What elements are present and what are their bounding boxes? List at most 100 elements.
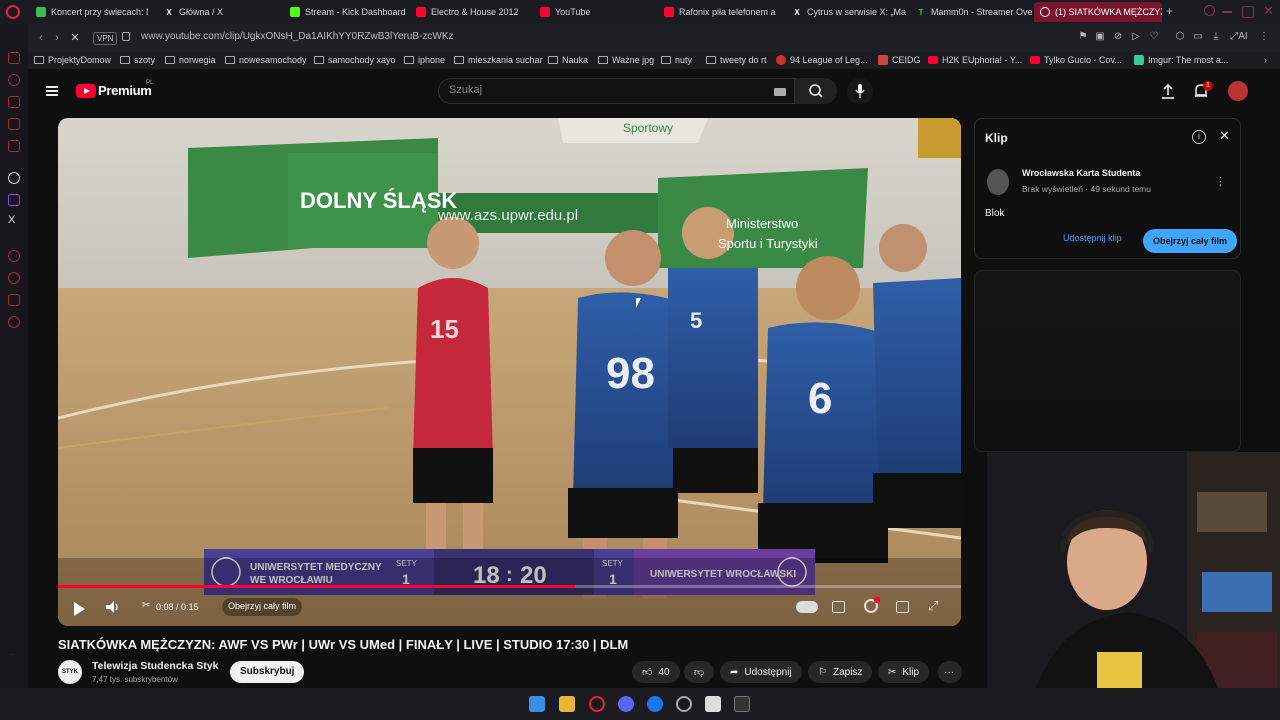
player-icon[interactable]: ▷ — [1130, 31, 1142, 43]
browser-tab-active[interactable]: (1) SIATKÓWKA MĘŻCZYZ — [1034, 2, 1162, 22]
maximize-icon[interactable] — [1242, 6, 1254, 18]
sidebar-messenger-icon[interactable] — [8, 118, 20, 130]
bookmark-item[interactable]: Imgur: The most a... — [1134, 55, 1228, 65]
bookmarks-more-icon[interactable]: › — [1264, 55, 1267, 65]
forward-icon[interactable]: › — [50, 31, 64, 45]
file-explorer-icon[interactable] — [559, 696, 575, 712]
bookmark-item[interactable]: Ważne jpg — [598, 55, 654, 65]
download-icon[interactable]: ⤓ — [1210, 31, 1222, 43]
bookmark-item[interactable]: H2K EUphoria! - Y... — [928, 55, 1022, 65]
sidebar-instagram-icon[interactable] — [8, 140, 20, 152]
terminal-icon[interactable] — [734, 696, 750, 712]
browser-tab[interactable]: Rafonix piła telefonem a — [658, 2, 780, 22]
browser-tab[interactable]: X Cytrus w serwisie X: „Ma — [786, 2, 908, 22]
video-player[interactable]: 15 98 5 6 DOLNY ŚLĄSK www.azs.upwr.edu.p… — [58, 118, 961, 626]
close-window-icon[interactable]: ✕ — [1263, 3, 1274, 19]
sidebar-history-icon[interactable] — [8, 74, 20, 86]
bookmark-icon[interactable]: ⚑ — [1077, 31, 1089, 43]
windows-start-icon[interactable] — [529, 696, 545, 712]
bookmark-item[interactable]: tweety do rt — [706, 55, 767, 65]
browser-tab[interactable]: Koncert przy świecach: M — [30, 2, 148, 22]
browser-tab[interactable]: YouTube — [534, 2, 656, 22]
youtube-premium-label[interactable]: Premium — [98, 83, 152, 98]
snapshot-icon[interactable]: ▣ — [1094, 31, 1106, 43]
app-icon[interactable] — [705, 696, 721, 712]
author-avatar[interactable] — [987, 169, 1009, 195]
avatar[interactable] — [1228, 81, 1248, 101]
sidebar-pin-icon[interactable] — [8, 294, 20, 306]
info-icon[interactable]: i — [1192, 130, 1206, 144]
bookmark-item[interactable]: nowesamochody — [225, 55, 307, 65]
discord-icon[interactable] — [618, 696, 634, 712]
kebab-menu-icon[interactable]: ⋮ — [1215, 175, 1226, 188]
search-input[interactable]: Szukaj — [449, 84, 482, 96]
facebook-icon[interactable] — [647, 696, 663, 712]
save-button[interactable]: ⚐ Zapisz — [808, 661, 873, 683]
sidebar-twitch-icon[interactable] — [8, 194, 20, 206]
sidebar-chatgpt-icon[interactable] — [8, 172, 20, 184]
sidebar-speed-dial-icon[interactable] — [8, 52, 20, 64]
menu-icon[interactable]: ⋮ — [1258, 31, 1270, 43]
sidebar-more-icon[interactable]: ··· — [9, 652, 15, 658]
search-box[interactable]: Szukaj — [438, 78, 795, 104]
fullscreen-icon[interactable]: ⤢ — [928, 598, 938, 614]
browser-tab[interactable]: Electro & House 2012 — [410, 2, 532, 22]
browser-tab[interactable]: Stream - Kick Dashboard — [284, 2, 410, 22]
browser-tab[interactable]: T Mamm0n - Streamer Ove — [910, 2, 1032, 22]
obs-icon[interactable] — [676, 696, 692, 712]
bookmark-item[interactable]: CEIDG — [878, 55, 921, 65]
menu-icon[interactable] — [46, 86, 58, 96]
heart-icon[interactable]: ♡ — [1148, 31, 1160, 43]
search-button[interactable] — [795, 78, 837, 104]
more-actions-button[interactable]: ··· — [938, 661, 962, 683]
vpn-badge[interactable]: VPN — [93, 32, 118, 45]
sidebar-x-icon[interactable]: X — [8, 214, 15, 226]
opera-taskbar-icon[interactable] — [589, 696, 605, 712]
clip-author[interactable]: Wrocławska Karta Studenta — [1022, 168, 1140, 178]
lock-icon[interactable] — [122, 32, 130, 41]
bookmark-item[interactable]: 94 League of Leg... — [776, 55, 868, 65]
sidebar-settings-icon[interactable] — [8, 316, 20, 328]
sidebar-music-icon[interactable] — [8, 250, 20, 262]
search-tabs-icon[interactable] — [1204, 5, 1215, 16]
miniplayer-icon[interactable] — [896, 601, 909, 613]
play-icon[interactable] — [74, 602, 85, 616]
channel-avatar[interactable]: STYK — [58, 660, 82, 684]
share-clip-button[interactable]: Udostępnij klip — [1063, 233, 1122, 243]
clip-button[interactable]: ✂ Klip — [878, 661, 930, 683]
share-button[interactable]: ➦ Udostępnij — [720, 661, 802, 683]
wallet-icon[interactable]: ▭ — [1192, 31, 1204, 43]
bookmark-item[interactable]: szoty — [120, 55, 155, 65]
dislike-button[interactable]: 👎︎ — [684, 661, 715, 683]
bookmark-item[interactable]: mieszkania suchar — [454, 55, 543, 65]
bookmark-item[interactable]: iphone — [404, 55, 445, 65]
aria-ai-icon[interactable]: ⤢AI — [1228, 31, 1250, 43]
like-button[interactable]: 👍︎ 40 — [632, 661, 680, 683]
channel-name[interactable]: Telewizja Studencka Styk — [92, 660, 218, 672]
watch-full-video-button[interactable]: Obejrzyj cały film — [1143, 229, 1238, 253]
back-icon[interactable]: ‹ — [34, 31, 48, 45]
voice-search-button[interactable] — [847, 78, 873, 104]
bookmark-item[interactable]: Tylko Gucio - Cov... — [1030, 55, 1122, 65]
sidebar-clock-icon[interactable] — [8, 272, 20, 284]
opera-logo-icon[interactable] — [6, 5, 20, 19]
adblock-icon[interactable]: ⊘ — [1112, 31, 1124, 43]
sidebar-wallet-icon[interactable] — [8, 96, 20, 108]
upload-icon[interactable] — [1159, 82, 1177, 100]
subscribe-button[interactable]: Subskrybuj — [230, 661, 305, 683]
new-tab-icon[interactable]: + — [1166, 4, 1173, 18]
volume-icon[interactable] — [104, 599, 120, 615]
bookmark-item[interactable]: samochody xayo — [314, 55, 396, 65]
bookmark-item[interactable]: norwegia — [165, 55, 216, 65]
bookmark-item[interactable]: nuty — [661, 55, 692, 65]
extensions-icon[interactable]: ⬡ — [1174, 31, 1186, 43]
stop-loading-icon[interactable]: ✕ — [68, 31, 82, 45]
subtitles-icon[interactable] — [832, 601, 845, 613]
youtube-logo-icon[interactable] — [76, 84, 96, 98]
bookmark-item[interactable]: ProjektyDomow — [34, 55, 111, 65]
watch-full-video-button[interactable]: Obejrzyj cały film — [222, 598, 303, 616]
close-icon[interactable]: ✕ — [1219, 128, 1230, 144]
keyboard-icon[interactable] — [774, 88, 786, 96]
browser-tab[interactable]: X Główna / X — [158, 2, 276, 22]
bookmark-item[interactable]: Nauka — [548, 55, 588, 65]
